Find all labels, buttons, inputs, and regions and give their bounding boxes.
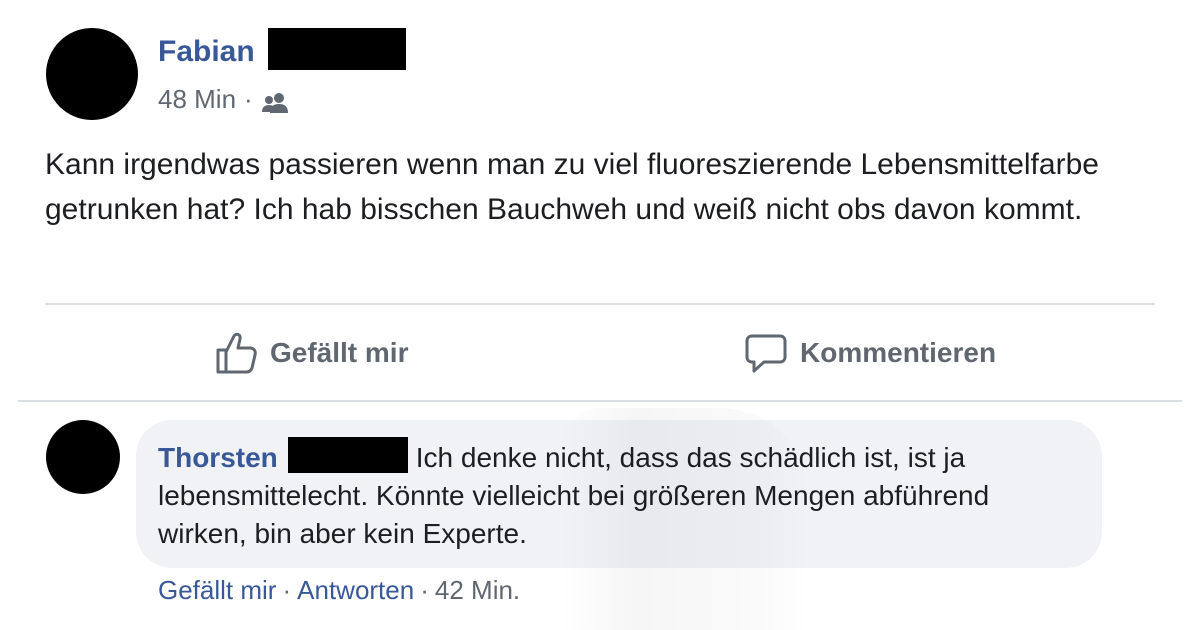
- comment-body: Thorsten Ich denke nicht, dass das schädl…: [158, 437, 1078, 553]
- divider: [45, 303, 1155, 305]
- friends-icon[interactable]: [261, 87, 291, 113]
- meta-separator: ·: [244, 84, 253, 114]
- comment-reply-link[interactable]: Antworten: [297, 575, 414, 605]
- redacted-surname-bar: [268, 28, 406, 70]
- redacted-surname-bar: [287, 437, 408, 473]
- post-author-name[interactable]: Fabian: [158, 30, 255, 74]
- comment-text: Ich denke nicht, dass das schädlich ist,…: [158, 442, 990, 549]
- post-body-text: Kann irgendwas passieren wenn man zu vie…: [45, 148, 1099, 226]
- comment-timestamp[interactable]: 42 Min.: [435, 575, 520, 605]
- speech-bubble-icon: [745, 334, 787, 373]
- comment-like-link[interactable]: Gefällt mir: [158, 575, 276, 605]
- comment-author-name[interactable]: Thorsten: [158, 442, 278, 473]
- thumbs-up-icon: [216, 332, 257, 374]
- comment-button[interactable]: Kommentieren: [744, 326, 996, 380]
- comment-author-avatar[interactable]: [46, 420, 120, 494]
- divider: [18, 400, 1182, 402]
- post-meta: 48 Min ·: [158, 80, 291, 118]
- like-button-label: Gefällt mir: [270, 337, 409, 368]
- comment-action-separator: ·: [282, 575, 292, 605]
- post-timestamp[interactable]: 48 Min: [158, 80, 236, 118]
- post-author-avatar[interactable]: [46, 28, 138, 120]
- like-button[interactable]: Gefällt mir: [214, 326, 408, 380]
- comment-button-label: Kommentieren: [800, 337, 997, 368]
- comment-actions: Gefällt mir · Antworten · 42 Min.: [158, 570, 520, 610]
- comment-action-separator: ·: [420, 575, 429, 605]
